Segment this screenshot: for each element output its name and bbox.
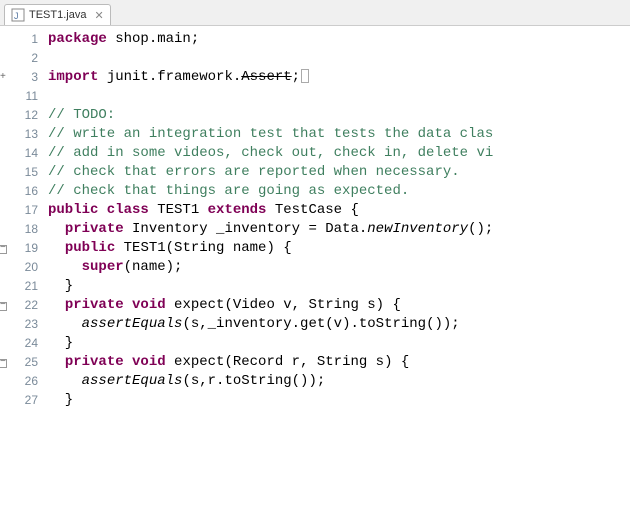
line-number: 26 xyxy=(0,372,38,391)
line-number: 27 xyxy=(0,391,38,410)
code-line[interactable]: import junit.framework.Assert; xyxy=(48,68,630,87)
code-line[interactable] xyxy=(48,87,630,106)
line-number: 19 xyxy=(0,239,38,258)
close-icon[interactable]: ✕ xyxy=(94,9,103,22)
code-line[interactable]: // check that things are going as expect… xyxy=(48,182,630,201)
code-line[interactable]: } xyxy=(48,334,630,353)
code-line[interactable]: package shop.main; xyxy=(48,30,630,49)
code-line[interactable]: private void expect(Record r, String s) … xyxy=(48,353,630,372)
tab-bar: J TEST1.java ✕ xyxy=(0,0,630,26)
code-line[interactable]: public TEST1(String name) { xyxy=(48,239,630,258)
line-number: 16 xyxy=(0,182,38,201)
code-line[interactable]: public class TEST1 extends TestCase { xyxy=(48,201,630,220)
code-line[interactable]: assertEquals(s,r.toString()); xyxy=(48,372,630,391)
line-number: 14 xyxy=(0,144,38,163)
line-number: 21 xyxy=(0,277,38,296)
line-number: 12 xyxy=(0,106,38,125)
code-line[interactable]: // TODO: xyxy=(48,106,630,125)
line-number: 17 xyxy=(0,201,38,220)
code-line[interactable] xyxy=(48,49,630,68)
code-line[interactable]: // write an integration test that tests … xyxy=(48,125,630,144)
line-number: 22 xyxy=(0,296,38,315)
line-number: 20 xyxy=(0,258,38,277)
line-number: 15 xyxy=(0,163,38,182)
line-number: 11 xyxy=(0,87,38,106)
code-line[interactable]: assertEquals(s,_inventory.get(v).toStrin… xyxy=(48,315,630,334)
code-line[interactable]: // check that errors are reported when n… xyxy=(48,163,630,182)
line-number: 13 xyxy=(0,125,38,144)
code-line[interactable]: } xyxy=(48,391,630,410)
code-line[interactable]: private Inventory _inventory = Data.newI… xyxy=(48,220,630,239)
line-number: 25 xyxy=(0,353,38,372)
code-line[interactable]: // add in some videos, check out, check … xyxy=(48,144,630,163)
code-line[interactable]: } xyxy=(48,277,630,296)
tab-active[interactable]: J TEST1.java ✕ xyxy=(4,4,111,25)
code-line[interactable]: private void expect(Video v, String s) { xyxy=(48,296,630,315)
line-number: 18 xyxy=(0,220,38,239)
line-number: 23 xyxy=(0,315,38,334)
code-content[interactable]: package shop.main; import junit.framework… xyxy=(44,26,630,525)
tab-filename: TEST1.java xyxy=(29,9,86,21)
java-file-icon: J xyxy=(11,8,25,22)
code-editor[interactable]: 1231112131415161718192021222324252627 pa… xyxy=(0,26,630,525)
line-number-gutter: 1231112131415161718192021222324252627 xyxy=(0,26,44,525)
line-number: 2 xyxy=(0,49,38,68)
svg-text:J: J xyxy=(14,11,19,21)
line-number: 24 xyxy=(0,334,38,353)
line-number: 3 xyxy=(0,68,38,87)
line-number: 1 xyxy=(0,30,38,49)
code-line[interactable]: super(name); xyxy=(48,258,630,277)
collapsed-import-box[interactable] xyxy=(301,69,309,83)
